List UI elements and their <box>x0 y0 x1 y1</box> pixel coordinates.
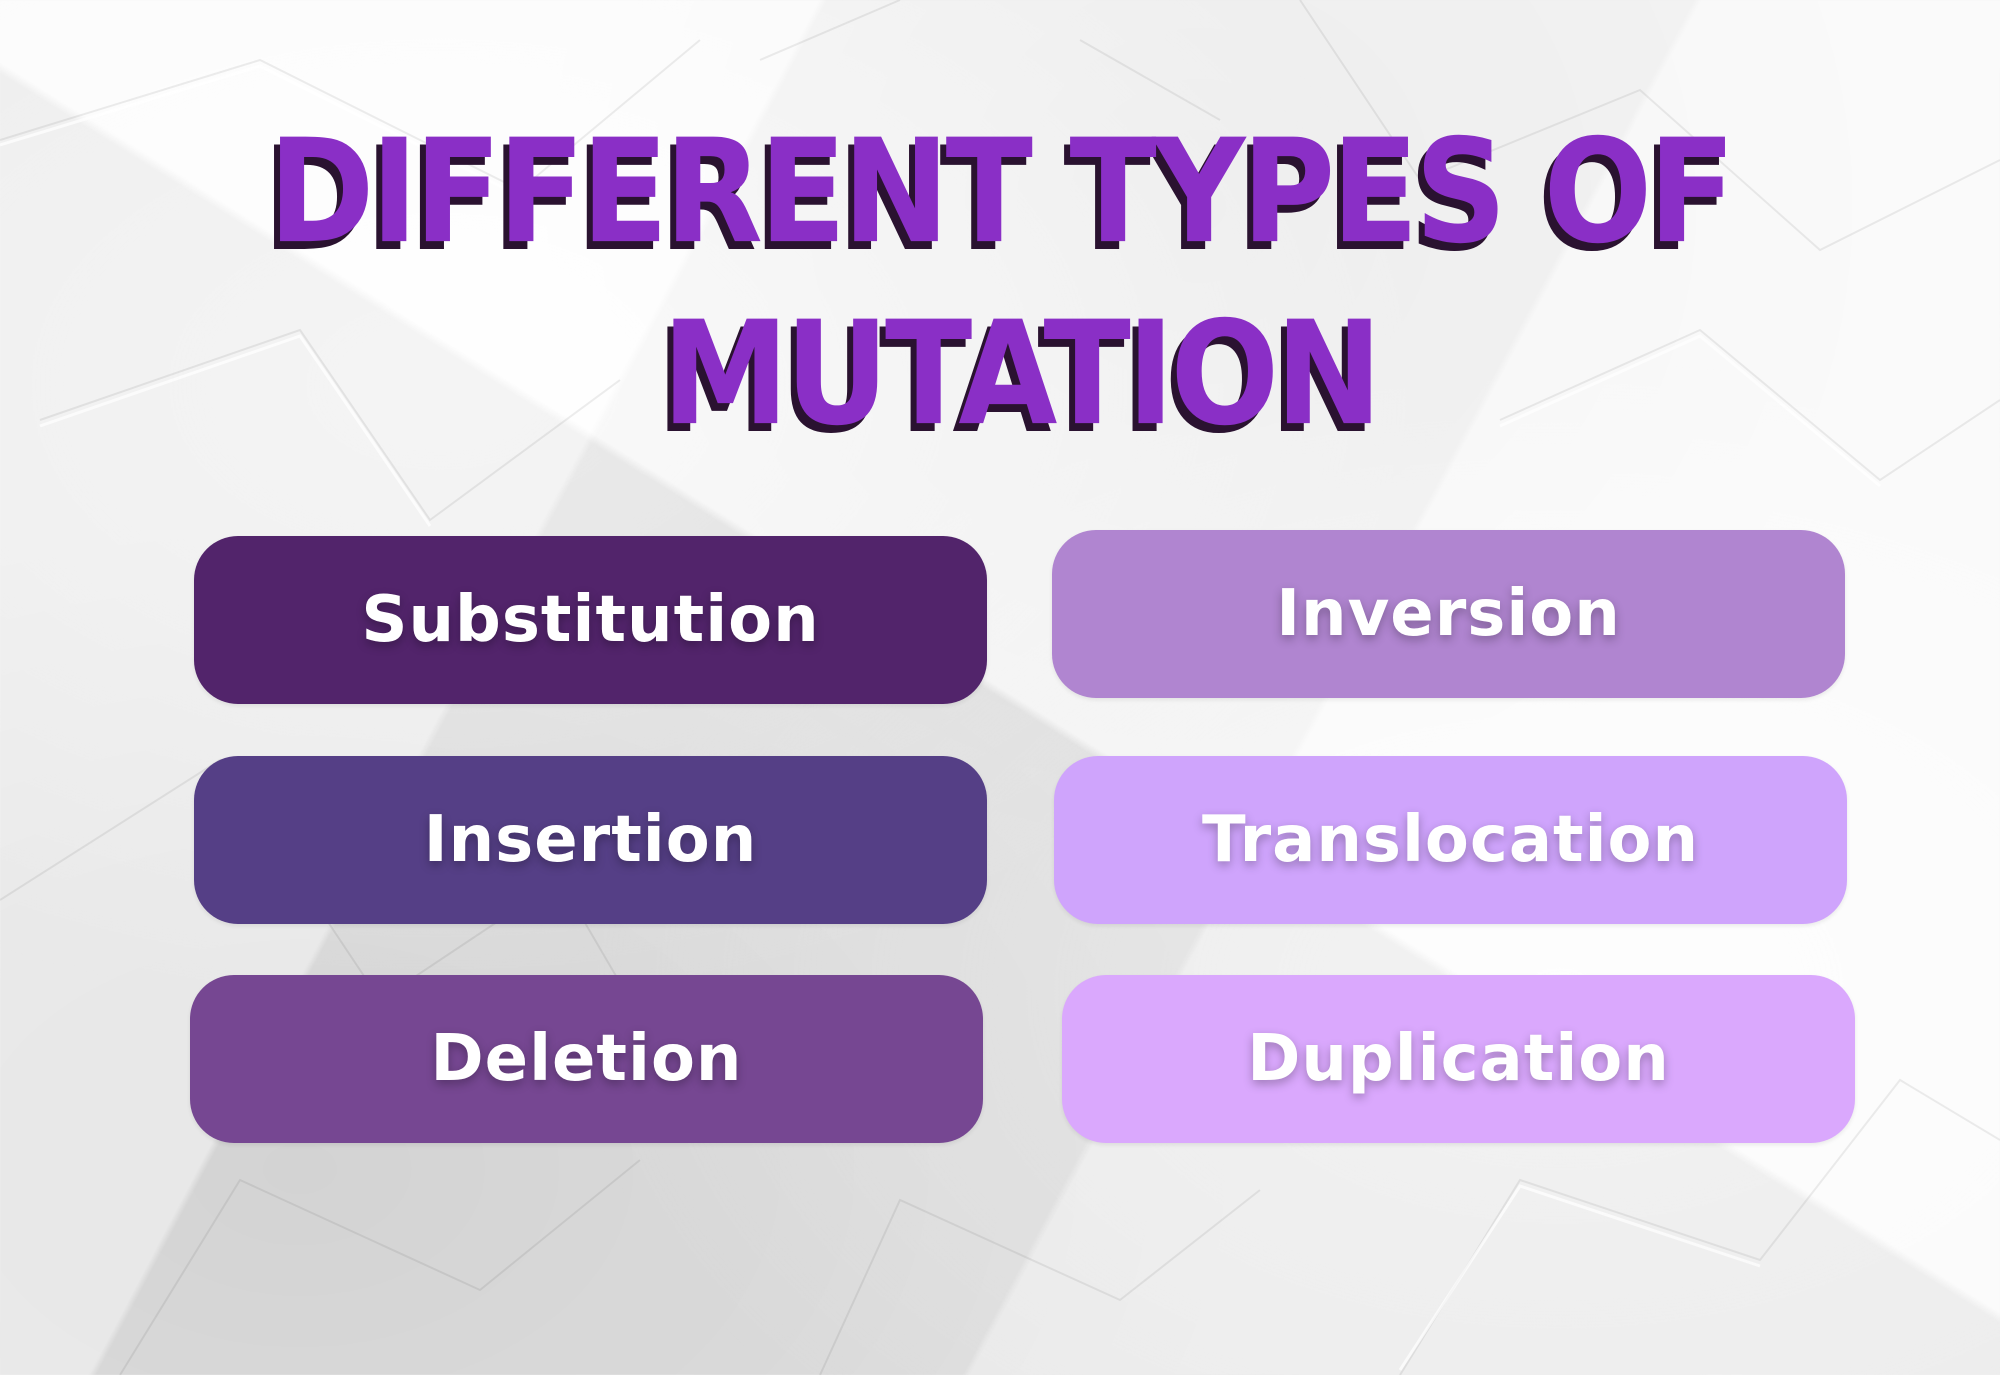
mutation-type-label: Deletion <box>430 1022 743 1096</box>
mutation-type-duplication: Duplication <box>1062 975 1855 1143</box>
mutation-type-label: Insertion <box>423 803 758 877</box>
mutation-type-label: Inversion <box>1276 577 1621 651</box>
mutation-type-label: Translocation <box>1201 803 1700 877</box>
page-title-line-1: DIFFERENT TYPES OF <box>268 109 1735 276</box>
mutation-type-label: Substitution <box>361 583 820 657</box>
mutation-type-substitution: Substitution <box>194 536 987 704</box>
mutation-type-label: Duplication <box>1247 1022 1670 1096</box>
mutation-type-deletion: Deletion <box>190 975 983 1143</box>
page-title-line-2: MUTATION <box>661 291 1383 458</box>
mutation-type-insertion: Insertion <box>194 756 987 924</box>
mutation-type-inversion: Inversion <box>1052 530 1845 698</box>
mutation-type-translocation: Translocation <box>1054 756 1847 924</box>
